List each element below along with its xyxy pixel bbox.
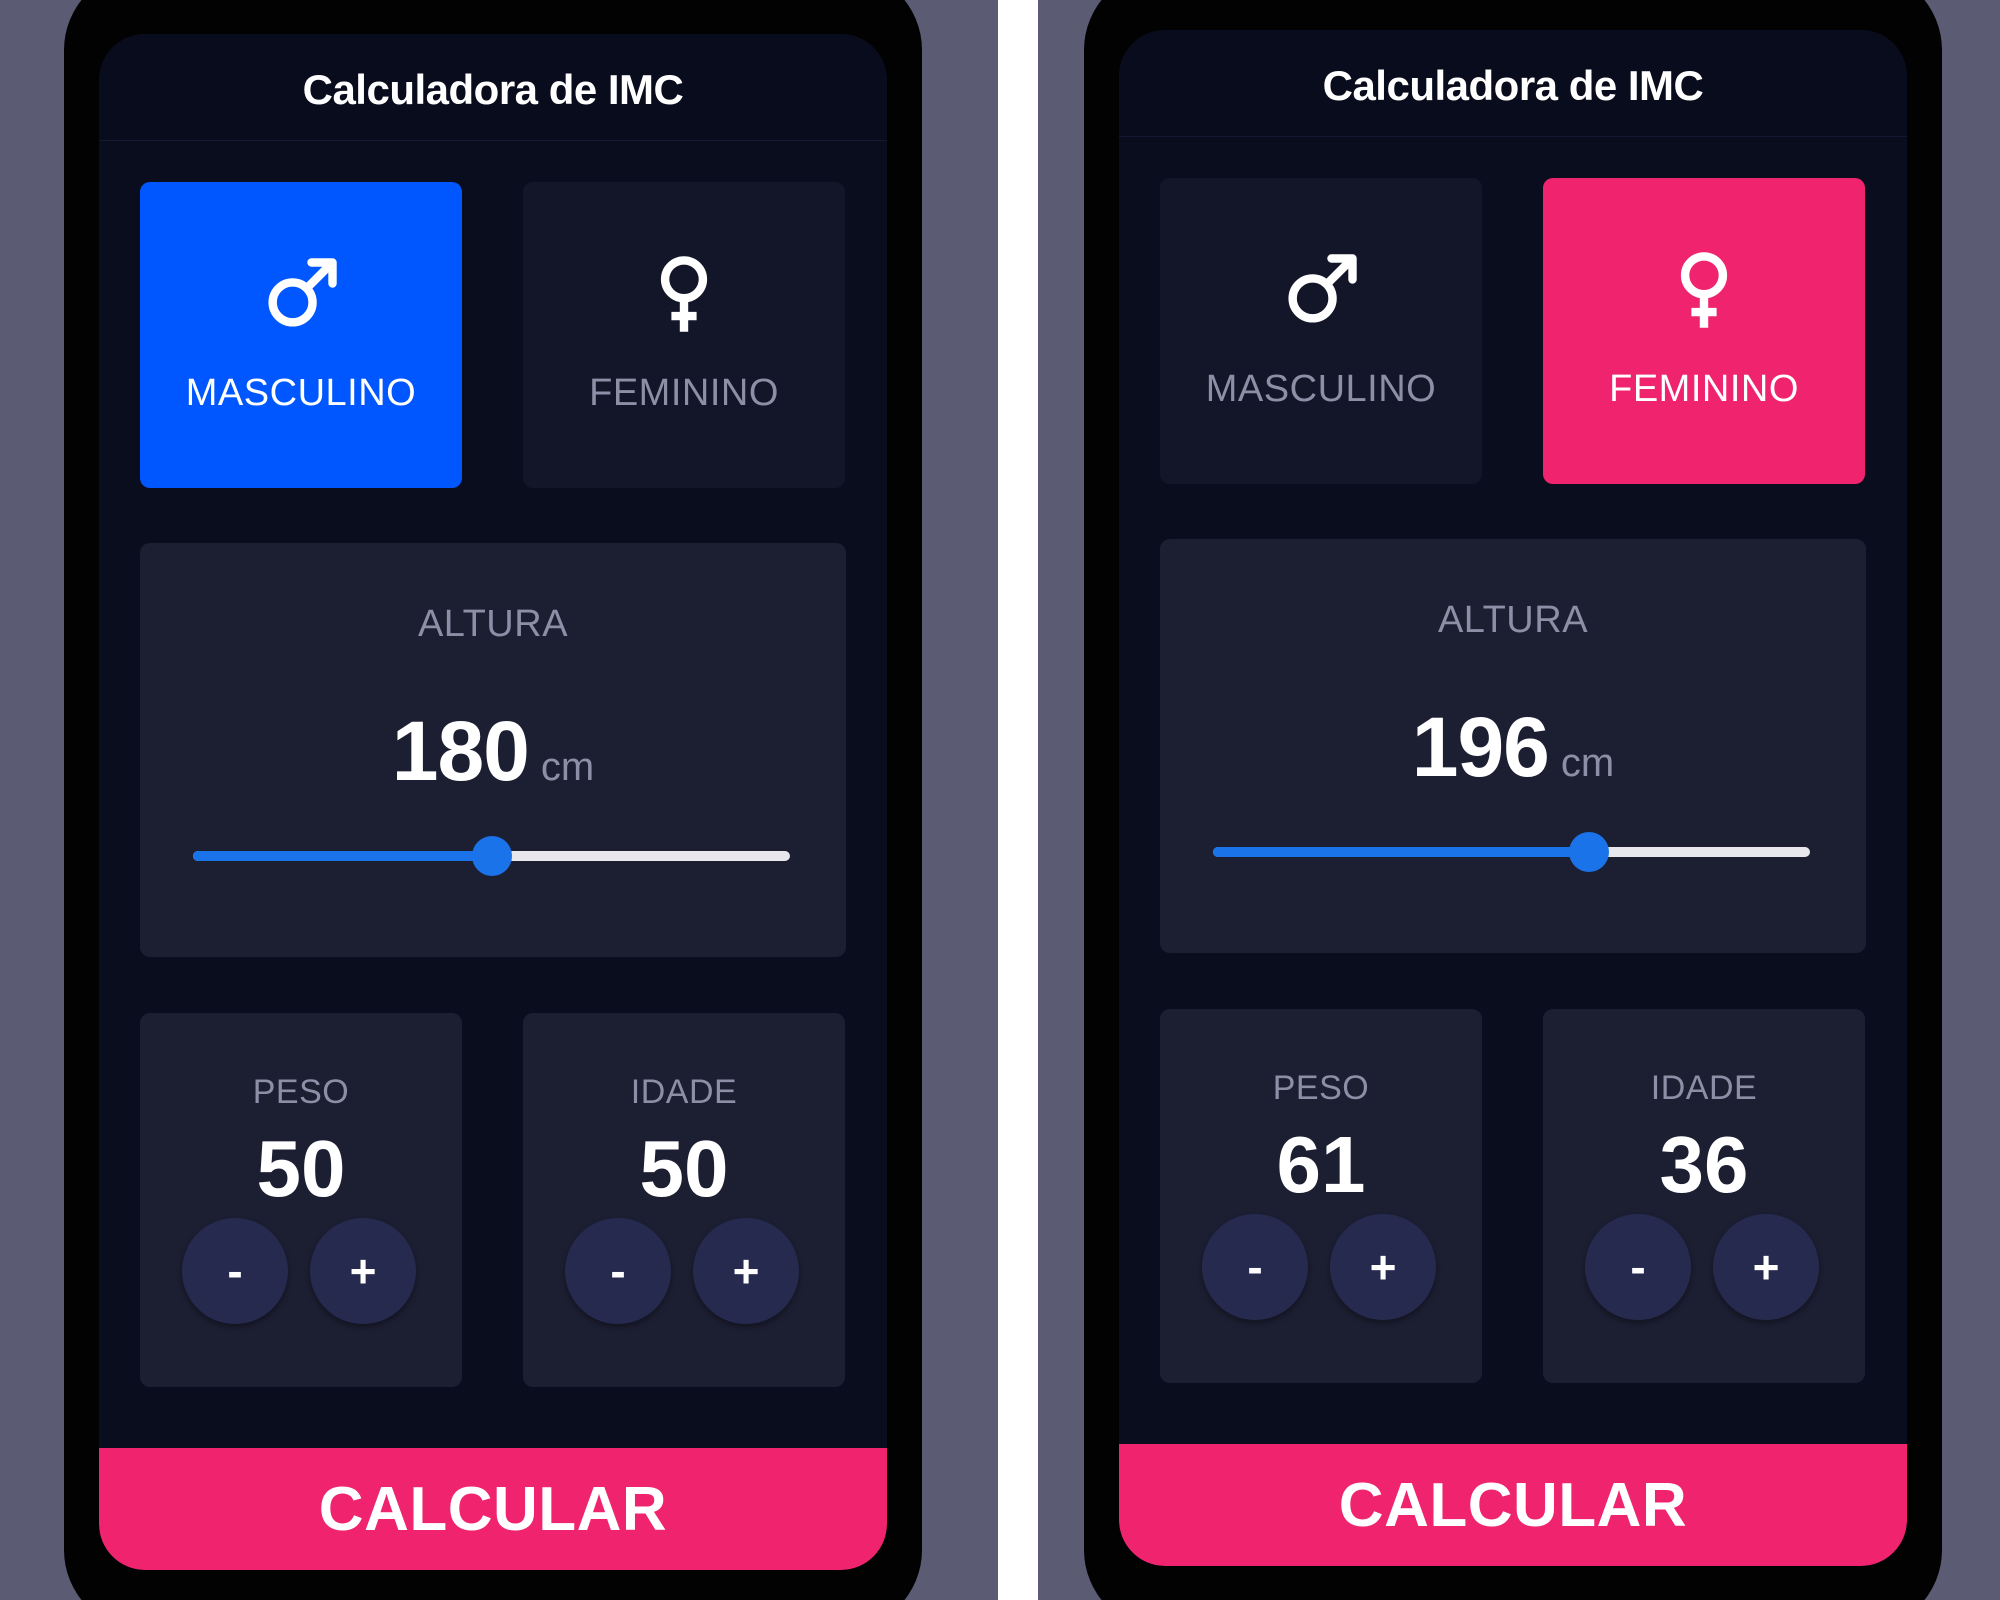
age-card: IDADE 36 - + bbox=[1543, 1009, 1865, 1383]
age-decrement-button[interactable]: - bbox=[1585, 1214, 1691, 1320]
gender-label-female: FEMININO bbox=[589, 372, 779, 414]
gender-card-female[interactable]: FEMININO bbox=[1543, 178, 1865, 484]
calculate-label: CALCULAR bbox=[1338, 1470, 1688, 1540]
height-unit: cm bbox=[1560, 741, 1615, 785]
female-symbol-icon bbox=[1680, 252, 1728, 328]
age-value: 50 bbox=[639, 1124, 729, 1213]
app-header: Calculadora de IMC bbox=[1119, 30, 1907, 137]
weight-label: PESO bbox=[252, 1073, 350, 1111]
height-card: ALTURA 196 cm bbox=[1160, 539, 1866, 953]
height-slider[interactable] bbox=[1213, 832, 1810, 872]
age-card: IDADE 50 - + bbox=[523, 1013, 845, 1387]
gender-card-female[interactable]: FEMININO bbox=[523, 182, 845, 488]
height-value: 196 bbox=[1411, 700, 1550, 794]
weight-increment-button[interactable]: + bbox=[310, 1218, 416, 1324]
female-symbol-icon bbox=[660, 256, 708, 332]
calculate-button[interactable]: CALCULAR bbox=[99, 1448, 887, 1570]
weight-label: PESO bbox=[1272, 1069, 1370, 1107]
gender-label-male: MASCULINO bbox=[185, 372, 417, 414]
weight-decrement-button[interactable]: - bbox=[1202, 1214, 1308, 1320]
phone-frame: Calculadora de IMC MASCULINO FEMININO AL… bbox=[1084, 0, 1942, 1600]
app-header: Calculadora de IMC bbox=[99, 34, 887, 141]
gender-label-male: MASCULINO bbox=[1205, 368, 1437, 410]
height-unit: cm bbox=[540, 745, 595, 789]
gender-card-male[interactable]: MASCULINO bbox=[1160, 178, 1482, 484]
weight-card: PESO 61 - + bbox=[1160, 1009, 1482, 1383]
age-label: IDADE bbox=[630, 1073, 738, 1111]
weight-card: PESO 50 - + bbox=[140, 1013, 462, 1387]
app-screen: Calculadora de IMC MASCULINO FEMININO AL… bbox=[1119, 30, 1907, 1566]
age-value: 36 bbox=[1659, 1120, 1749, 1209]
age-increment-button[interactable]: + bbox=[693, 1218, 799, 1324]
app-screen: Calculadora de IMC MASCULINO FEMININO AL… bbox=[99, 34, 887, 1570]
height-value: 180 bbox=[391, 704, 530, 798]
height-value-row: 180 cm bbox=[140, 703, 846, 800]
calculate-label: CALCULAR bbox=[318, 1474, 668, 1544]
app-title: Calculadora de IMC bbox=[302, 66, 684, 113]
weight-increment-button[interactable]: + bbox=[1330, 1214, 1436, 1320]
panel-right-background: Calculadora de IMC MASCULINO FEMININO AL… bbox=[1038, 0, 2000, 1600]
height-value-row: 196 cm bbox=[1160, 699, 1866, 796]
slider-thumb[interactable] bbox=[471, 836, 512, 876]
panel-left-background: Calculadora de IMC MASCULINO FEMININO AL… bbox=[0, 0, 998, 1600]
male-symbol-icon bbox=[1288, 254, 1357, 323]
weight-value: 50 bbox=[256, 1124, 346, 1213]
phone-frame: Calculadora de IMC MASCULINO FEMININO AL… bbox=[64, 0, 922, 1600]
age-label: IDADE bbox=[1650, 1069, 1758, 1107]
height-slider[interactable] bbox=[193, 836, 790, 876]
slider-thumb[interactable] bbox=[1569, 832, 1610, 872]
weight-value: 61 bbox=[1276, 1120, 1366, 1209]
height-label: ALTURA bbox=[1437, 599, 1589, 641]
gender-label-female: FEMININO bbox=[1609, 368, 1799, 410]
app-title: Calculadora de IMC bbox=[1322, 62, 1704, 109]
weight-decrement-button[interactable]: - bbox=[182, 1218, 288, 1324]
age-increment-button[interactable]: + bbox=[1713, 1214, 1819, 1320]
age-decrement-button[interactable]: - bbox=[565, 1218, 671, 1324]
male-symbol-icon bbox=[268, 258, 337, 327]
calculate-button[interactable]: CALCULAR bbox=[1119, 1444, 1907, 1566]
slider-fill bbox=[1213, 847, 1590, 857]
gender-card-male[interactable]: MASCULINO bbox=[140, 182, 462, 488]
height-label: ALTURA bbox=[417, 603, 569, 645]
slider-fill bbox=[193, 851, 492, 861]
height-card: ALTURA 180 cm bbox=[140, 543, 846, 957]
